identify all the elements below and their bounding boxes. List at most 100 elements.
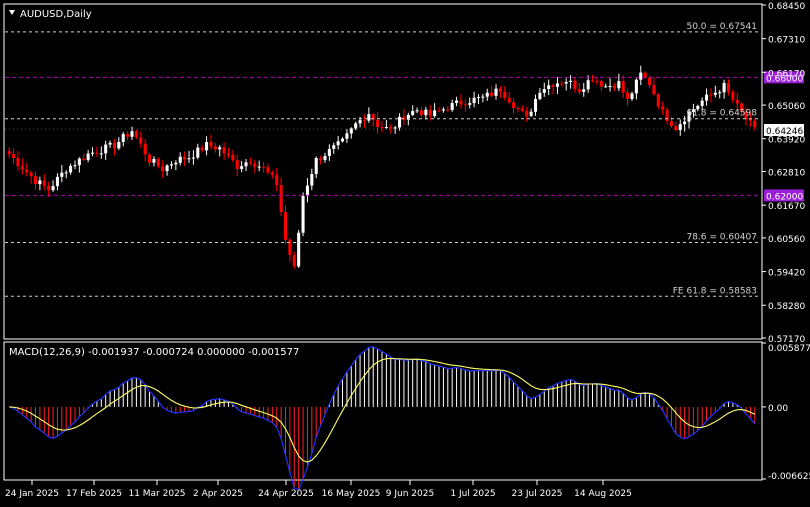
- candle-body: [648, 77, 652, 86]
- candle-body: [516, 107, 520, 109]
- candle-body: [731, 91, 735, 100]
- candle-body: [248, 162, 252, 164]
- candle-body: [358, 120, 362, 124]
- candle-body: [200, 147, 204, 151]
- candle-body: [586, 80, 590, 90]
- candle-body: [604, 86, 608, 88]
- candle-body: [441, 109, 445, 111]
- candle-body: [705, 94, 709, 101]
- time-tick-label: 11 Mar 2025: [128, 489, 185, 499]
- fibonacci-level-label: 50.0 = 0.67541: [686, 22, 757, 32]
- candle-body: [314, 157, 318, 174]
- candle-body: [152, 158, 156, 163]
- candle-body: [494, 88, 498, 96]
- candle-body: [639, 72, 643, 80]
- candle-body: [621, 81, 625, 93]
- time-tick-label: 9 Jun 2025: [386, 489, 434, 499]
- candle-body: [205, 142, 209, 151]
- candle-body: [73, 165, 77, 167]
- candle-body: [665, 109, 669, 122]
- candle-body: [104, 144, 108, 154]
- candle-body: [507, 97, 511, 103]
- candle-body: [748, 119, 752, 121]
- symbol-title: AUDUSD,Daily: [20, 9, 92, 20]
- macd-tick-label: 0.00: [768, 404, 788, 414]
- candle-body: [169, 164, 174, 166]
- candle-body: [656, 94, 660, 107]
- candle-body: [595, 80, 599, 82]
- candle-body: [218, 147, 222, 150]
- candle-body: [718, 92, 722, 94]
- candle-body: [42, 180, 46, 186]
- macd-title: MACD(12,26,9) -0.001937 -0.000724 0.0000…: [9, 347, 299, 358]
- time-tick-label: 14 Aug 2025: [574, 489, 632, 499]
- candle-body: [376, 119, 380, 127]
- candle-body: [292, 254, 296, 267]
- time-tick-label: 24 Jan 2025: [5, 489, 59, 499]
- time-tick-label: 16 May 2025: [322, 489, 381, 499]
- candle-body: [336, 141, 340, 146]
- candle-body: [332, 145, 336, 149]
- candle-body: [340, 138, 345, 142]
- candles[interactable]: [7, 65, 757, 270]
- candle-body: [349, 128, 353, 134]
- candle-body: [490, 92, 494, 96]
- candle-body: [476, 97, 481, 99]
- candle-body: [472, 97, 476, 104]
- candle-body: [498, 88, 502, 92]
- candle-body: [463, 104, 467, 106]
- candle-body: [244, 162, 248, 167]
- candle-body: [612, 85, 616, 89]
- chart-canvas[interactable]: 50.0 = 0.675410.6600061.8 = 0.645980.620…: [0, 0, 810, 503]
- candle-body: [713, 92, 717, 95]
- candle-body: [16, 158, 20, 167]
- candle-body: [455, 100, 459, 103]
- candle-body: [520, 108, 524, 112]
- candle-body: [161, 166, 165, 172]
- candle-body: [226, 153, 231, 155]
- candle-body: [393, 127, 397, 129]
- candle-body: [433, 110, 437, 117]
- candle-body: [196, 147, 200, 158]
- candle-body: [525, 111, 529, 116]
- price-tick-label: 0.59420: [768, 269, 805, 279]
- candle-body: [55, 176, 59, 187]
- candle-body: [178, 156, 182, 163]
- candle-body: [709, 94, 713, 96]
- candle-body: [661, 106, 665, 110]
- candle-body: [191, 157, 195, 159]
- candle-body: [156, 158, 160, 167]
- levels[interactable]: 50.0 = 0.675410.6600061.8 = 0.645980.620…: [5, 22, 804, 297]
- candle-body: [187, 158, 191, 160]
- symbol-dropdown-icon[interactable]: [9, 10, 15, 15]
- candle-body: [538, 92, 542, 100]
- candle-body: [209, 142, 213, 147]
- candle-body: [424, 109, 428, 116]
- candle-body: [630, 93, 634, 99]
- candle-body: [139, 137, 143, 144]
- candle-body: [275, 174, 279, 186]
- candle-body: [450, 102, 454, 110]
- candle-body: [726, 82, 731, 92]
- candle-body: [577, 89, 581, 92]
- candle-body: [213, 146, 217, 150]
- candle-body: [253, 163, 257, 167]
- candle-body: [143, 143, 147, 155]
- candle-body: [362, 120, 366, 122]
- candle-body: [354, 123, 358, 129]
- candle-body: [652, 85, 656, 95]
- candle-body: [411, 111, 415, 115]
- candle-body: [468, 103, 472, 105]
- price-tick-label: 0.60560: [768, 235, 805, 245]
- fibonacci-level-label: FE 61.8 = 0.58583: [673, 286, 757, 296]
- price-tick-label: 0.66170: [768, 69, 805, 79]
- candle-body: [674, 126, 678, 131]
- candle-body: [90, 152, 95, 154]
- candle-body: [608, 85, 612, 87]
- time-tick-label: 23 Jul 2025: [512, 489, 563, 499]
- chart-window[interactable]: 50.0 = 0.67541 0.66000 61.8 = 0.64598 0.620…: [0, 0, 810, 503]
- candle-body: [555, 83, 559, 87]
- candle-body: [512, 102, 516, 108]
- candle-body: [301, 195, 305, 233]
- macd-tick-label: 0.005877: [768, 344, 810, 354]
